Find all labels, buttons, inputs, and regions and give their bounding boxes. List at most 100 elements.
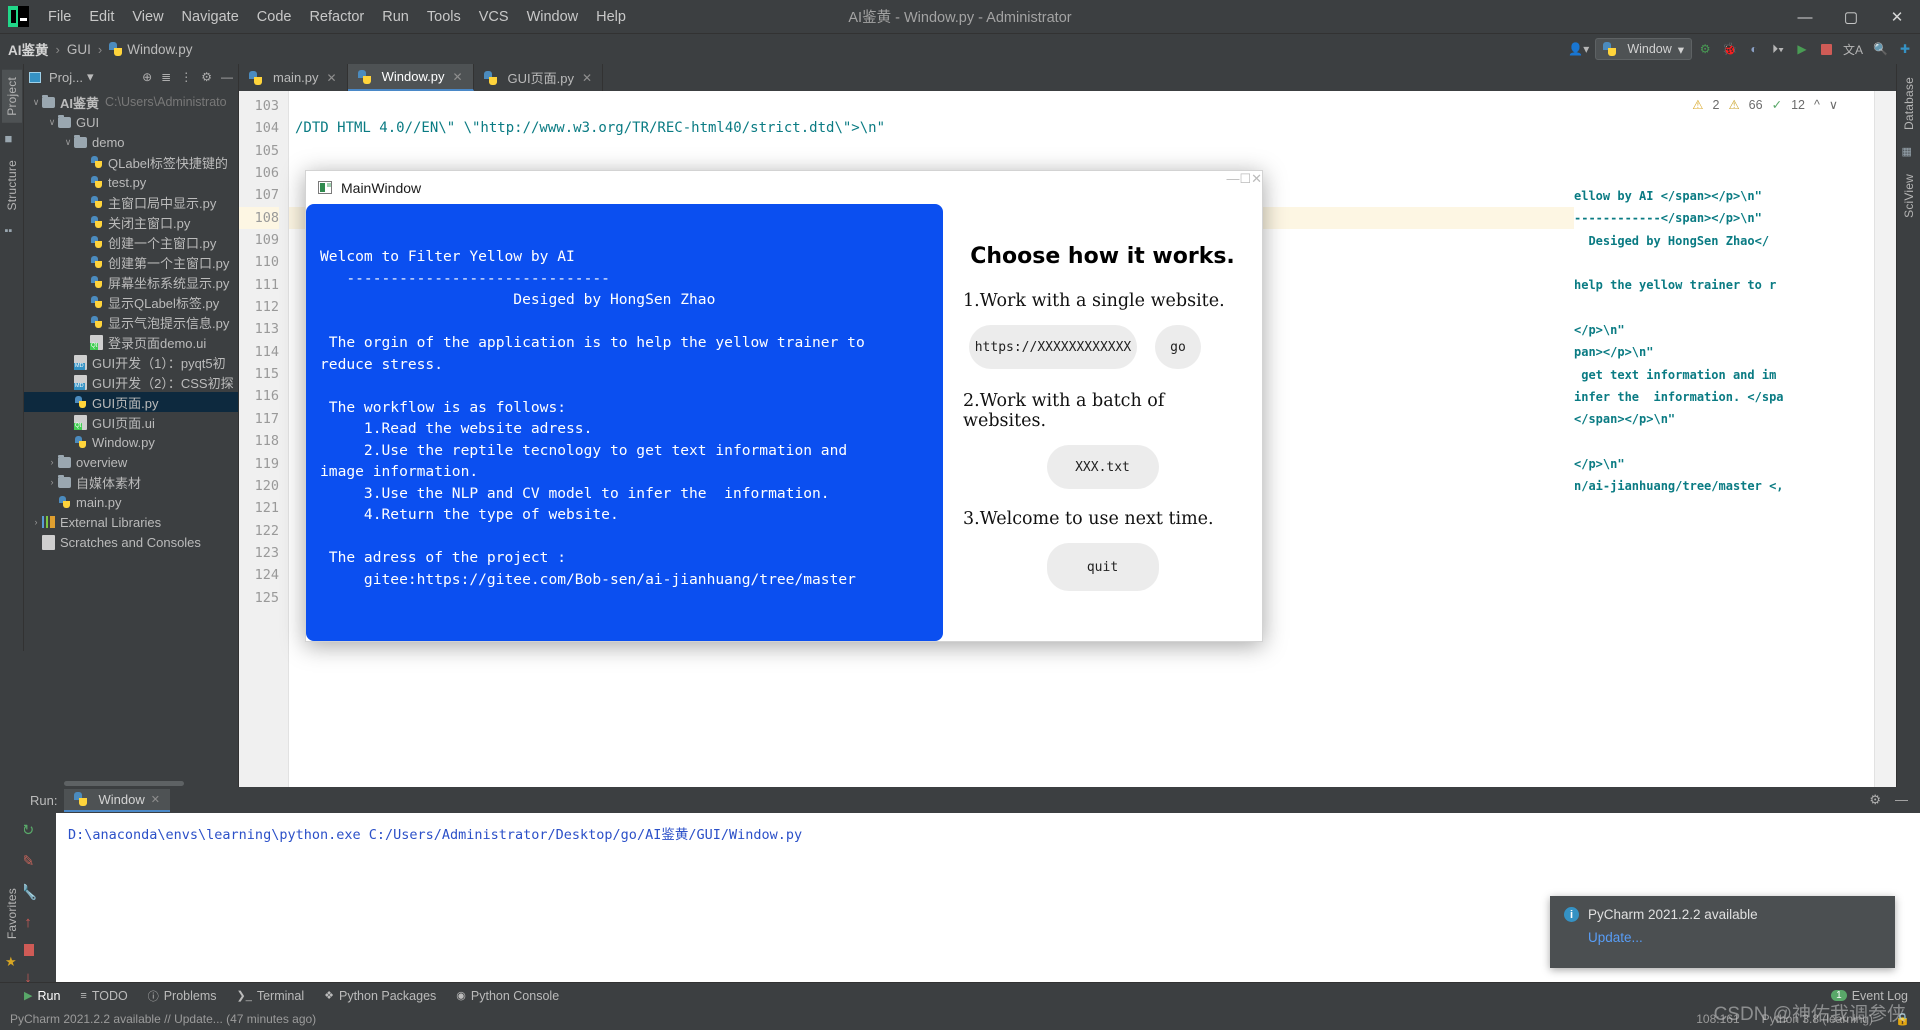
- tool-tab-favorites[interactable]: Favorites: [2, 881, 22, 946]
- tree-item[interactable]: › 自媒体素材: [24, 472, 238, 492]
- chevron-icon[interactable]: ›: [46, 457, 58, 467]
- tree-item[interactable]: 创建第一个主窗口.py: [24, 252, 238, 272]
- chevron-icon[interactable]: ∨: [46, 117, 58, 128]
- collapse-all-icon[interactable]: ⋮: [180, 70, 192, 84]
- tree-item[interactable]: 显示QLabel标签.py: [24, 292, 238, 312]
- project-tree[interactable]: ∨ AI鉴黄 C:\Users\Administrato ∨ GUI ∨ demo QLabe…: [24, 90, 238, 779]
- breadcrumb-file[interactable]: Window.py: [109, 42, 192, 57]
- tree-item[interactable]: GUI页面.py: [24, 392, 238, 412]
- bottom-tab-run[interactable]: ▶ Run: [24, 989, 60, 1003]
- tree-item[interactable]: GUI开发（1）：pyqt5初: [24, 352, 238, 372]
- search-icon[interactable]: 🔍: [1869, 38, 1892, 60]
- star-icon[interactable]: ★: [5, 954, 19, 969]
- tree-item[interactable]: 创建一个主窗口.py: [24, 232, 238, 252]
- commit-icon[interactable]: ■: [5, 131, 19, 146]
- bookmarks-icon[interactable]: ▪▪: [5, 225, 19, 239]
- tree-item[interactable]: Scratches and Consoles: [24, 532, 238, 552]
- bottom-tab-python-console[interactable]: ◉ Python Console: [456, 989, 559, 1003]
- maximize-button[interactable]: ▢: [1828, 0, 1874, 34]
- coverage-icon[interactable]: ◐: [1743, 38, 1765, 60]
- translate-icon[interactable]: 文A: [1839, 38, 1867, 60]
- menu-item-code[interactable]: Code: [248, 6, 301, 28]
- menu-item-refactor[interactable]: Refactor: [300, 6, 373, 28]
- bottom-tab-python-packages[interactable]: ❖ Python Packages: [324, 989, 436, 1003]
- txt-file-button[interactable]: XXX.txt: [1046, 445, 1159, 489]
- tree-item[interactable]: 登录页面demo.ui: [24, 332, 238, 352]
- debug-icon[interactable]: 🐞: [1718, 38, 1741, 60]
- menu-item-help[interactable]: Help: [587, 6, 635, 28]
- tool-tab-structure[interactable]: Structure: [2, 153, 22, 218]
- tree-item[interactable]: Window.py: [24, 432, 238, 452]
- tree-item[interactable]: GUI页面.ui: [24, 412, 238, 432]
- close-icon[interactable]: ✕: [582, 71, 592, 85]
- bottom-tab-todo[interactable]: ≡ TODO: [80, 989, 127, 1003]
- editor-tab[interactable]: GUI页面.py ✕: [474, 64, 604, 91]
- tree-item[interactable]: QLabel标签快捷键的: [24, 152, 238, 172]
- dialog-maximize-button[interactable]: ☐: [1239, 171, 1251, 204]
- dialog-close-button[interactable]: ✕: [1251, 171, 1262, 204]
- plus-icon[interactable]: ✚: [1894, 38, 1916, 60]
- tree-item[interactable]: 主窗口局中显示.py: [24, 192, 238, 212]
- settings-gear-icon[interactable]: ⚙: [201, 70, 212, 84]
- tree-item[interactable]: 关闭主窗口.py: [24, 212, 238, 232]
- profile-icon[interactable]: ⏵▾: [1767, 38, 1789, 60]
- go-button[interactable]: go: [1155, 325, 1201, 369]
- bottom-tab-problems[interactable]: ⓘ Problems: [148, 988, 217, 1004]
- tree-item[interactable]: GUI开发（2）：CSS初探: [24, 372, 238, 392]
- inspection-widget[interactable]: ⚠ 2 ⚠ 66 ✓ 12 ^ ∨: [1692, 97, 1838, 113]
- menu-item-run[interactable]: Run: [373, 6, 418, 28]
- lock-icon[interactable]: 🔒: [1895, 1012, 1910, 1026]
- grid-icon[interactable]: ▦: [1902, 145, 1916, 159]
- menu-item-view[interactable]: View: [123, 6, 172, 28]
- mainwindow-dialog[interactable]: MainWindow — ☐ ✕ Welcom to Filter Yellow…: [305, 170, 1263, 642]
- chevron-icon[interactable]: ›: [46, 477, 58, 487]
- python-interpreter[interactable]: Python 3.8 (learning): [1762, 1012, 1873, 1026]
- settings-gear-icon[interactable]: ⚙: [1869, 792, 1881, 808]
- tree-item[interactable]: ∨ GUI: [24, 112, 238, 132]
- tree-item[interactable]: main.py: [24, 492, 238, 512]
- close-button[interactable]: ✕: [1874, 0, 1920, 34]
- build-icon[interactable]: ⚙: [1694, 38, 1716, 60]
- tool-tab-database[interactable]: Database: [1899, 70, 1919, 137]
- notification-update-link[interactable]: Update...: [1564, 930, 1881, 945]
- notification-balloon[interactable]: i PyCharm 2021.2.2 available Update...: [1550, 896, 1895, 968]
- close-icon[interactable]: ✕: [452, 70, 462, 84]
- stop-button[interactable]: [1815, 38, 1837, 60]
- run-session-tab[interactable]: Window ✕: [64, 788, 170, 812]
- dialog-title-bar[interactable]: MainWindow — ☐ ✕: [306, 171, 1262, 204]
- user-icon[interactable]: 👤▾: [1564, 38, 1593, 60]
- quit-button[interactable]: quit: [1046, 543, 1159, 591]
- dialog-minimize-button[interactable]: —: [1226, 171, 1239, 204]
- editor-tab[interactable]: Window.py ✕: [347, 64, 474, 91]
- editor-minimap[interactable]: ellow by AI </span></p>\n" ------------</…: [1574, 181, 1874, 787]
- tree-item[interactable]: 屏幕坐标系统显示.py: [24, 272, 238, 292]
- url-input[interactable]: https://XXXXXXXXXXXX: [969, 325, 1137, 369]
- chevron-icon[interactable]: ∨: [62, 137, 74, 148]
- close-icon[interactable]: ✕: [151, 793, 160, 806]
- editor-right-gutter[interactable]: [1874, 91, 1896, 787]
- editor-tab[interactable]: main.py ✕: [239, 64, 348, 91]
- menu-item-file[interactable]: File: [39, 6, 80, 28]
- tree-item[interactable]: ∨ AI鉴黄 C:\Users\Administrato: [24, 92, 238, 112]
- menu-item-window[interactable]: Window: [518, 6, 588, 28]
- chevron-up-icon[interactable]: ^: [1814, 98, 1820, 112]
- caret-position[interactable]: 108:161: [1696, 1012, 1739, 1026]
- menu-item-vcs[interactable]: VCS: [470, 6, 518, 28]
- tree-item[interactable]: 显示气泡提示信息.py: [24, 312, 238, 332]
- locate-icon[interactable]: ⊕: [142, 70, 152, 84]
- chevron-down-icon[interactable]: ∨: [1829, 97, 1838, 112]
- expand-all-icon[interactable]: ≣: [161, 70, 171, 84]
- menu-item-edit[interactable]: Edit: [80, 6, 123, 28]
- tool-tab-project[interactable]: Project: [1, 70, 22, 123]
- run-button[interactable]: ▶: [1791, 38, 1813, 60]
- tree-item[interactable]: › External Libraries: [24, 512, 238, 532]
- minimize-button[interactable]: —: [1782, 0, 1828, 34]
- event-log-button[interactable]: 1 Event Log: [1831, 989, 1920, 1003]
- close-icon[interactable]: ✕: [327, 71, 337, 85]
- hide-panel-icon[interactable]: —: [1895, 792, 1908, 808]
- menu-item-navigate[interactable]: Navigate: [173, 6, 248, 28]
- tool-tab-sciview[interactable]: SciView: [1899, 167, 1919, 225]
- bottom-tab-terminal[interactable]: ❯_ Terminal: [237, 989, 305, 1003]
- tree-item[interactable]: › overview: [24, 452, 238, 472]
- project-horizontal-scrollbar[interactable]: [24, 779, 238, 787]
